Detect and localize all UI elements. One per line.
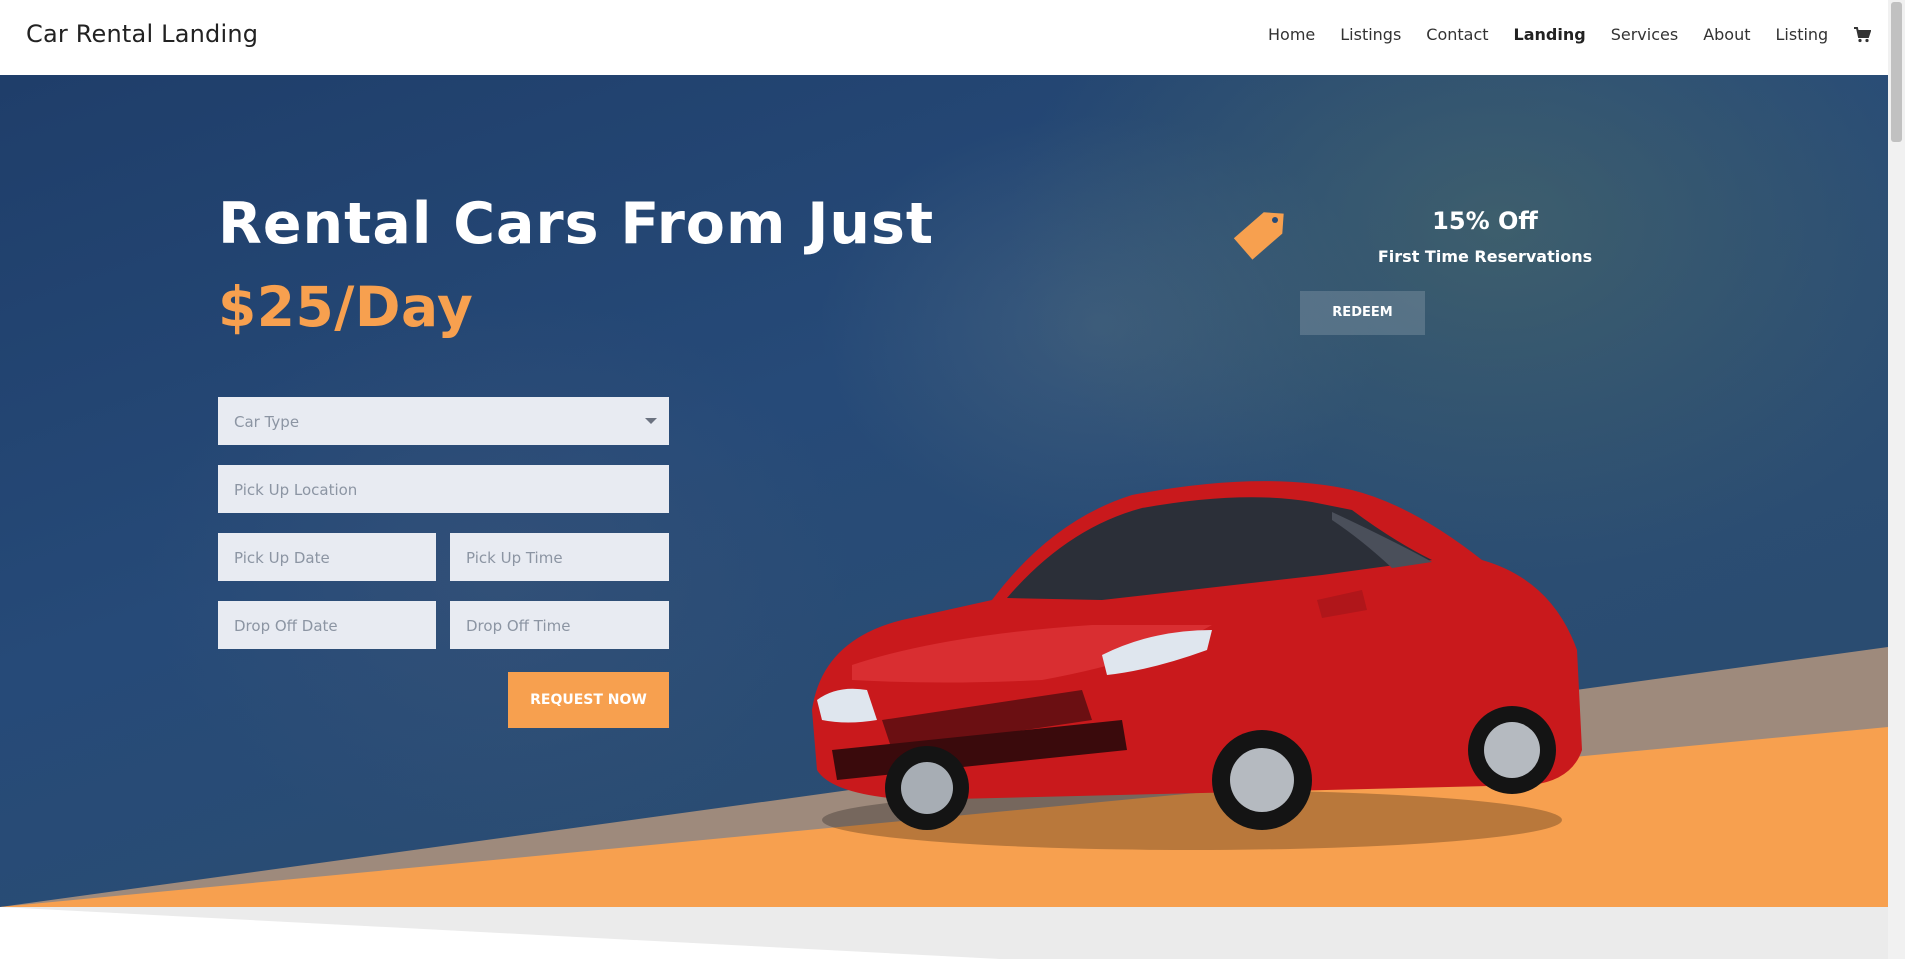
pickup-location-placeholder: Pick Up Location — [234, 481, 358, 499]
car-type-select[interactable]: Car Type — [218, 397, 669, 445]
nav-listing[interactable]: Listing — [1776, 25, 1829, 44]
nav-landing[interactable]: Landing — [1514, 25, 1586, 44]
main-nav: Home Listings Contact Landing Services A… — [1268, 25, 1872, 44]
site-header: Car Rental Landing Home Listings Contact… — [0, 0, 1888, 75]
hero-section: Rental Cars From Just $25/Day Car Type P… — [0, 75, 1888, 907]
request-now-button[interactable]: REQUEST NOW — [508, 672, 669, 728]
dropoff-date-input[interactable]: Drop Off Date — [218, 601, 436, 649]
car-type-placeholder: Car Type — [234, 413, 300, 431]
offer-title: 15% Off — [1432, 207, 1538, 235]
pickup-time-input[interactable]: Pick Up Time — [450, 533, 669, 581]
page-scrollbar[interactable] — [1888, 0, 1905, 959]
site-title[interactable]: Car Rental Landing — [26, 20, 258, 48]
pickup-date-input[interactable]: Pick Up Date — [218, 533, 436, 581]
nav-about[interactable]: About — [1703, 25, 1750, 44]
redeem-button[interactable]: REDEEM — [1300, 291, 1425, 335]
nav-home[interactable]: Home — [1268, 25, 1315, 44]
dropoff-time-placeholder: Drop Off Time — [466, 617, 571, 635]
scrollbar-thumb[interactable] — [1891, 2, 1902, 142]
hero-price: $25/Day — [218, 275, 474, 339]
price-tag-icon — [1232, 210, 1286, 269]
pickup-location-input[interactable]: Pick Up Location — [218, 465, 669, 513]
section-divider — [0, 907, 1888, 959]
cart-icon[interactable] — [1853, 26, 1872, 44]
red-sedan-image — [792, 450, 1592, 875]
chevron-down-icon — [645, 418, 657, 424]
dropoff-time-input[interactable]: Drop Off Time — [450, 601, 669, 649]
nav-services[interactable]: Services — [1611, 25, 1678, 44]
pickup-date-placeholder: Pick Up Date — [234, 549, 330, 567]
nav-contact[interactable]: Contact — [1426, 25, 1488, 44]
hero-headline: Rental Cars From Just — [218, 191, 935, 257]
pickup-time-placeholder: Pick Up Time — [466, 549, 563, 567]
nav-listings[interactable]: Listings — [1340, 25, 1401, 44]
dropoff-date-placeholder: Drop Off Date — [234, 617, 338, 635]
offer-subtitle: First Time Reservations — [1377, 247, 1593, 266]
